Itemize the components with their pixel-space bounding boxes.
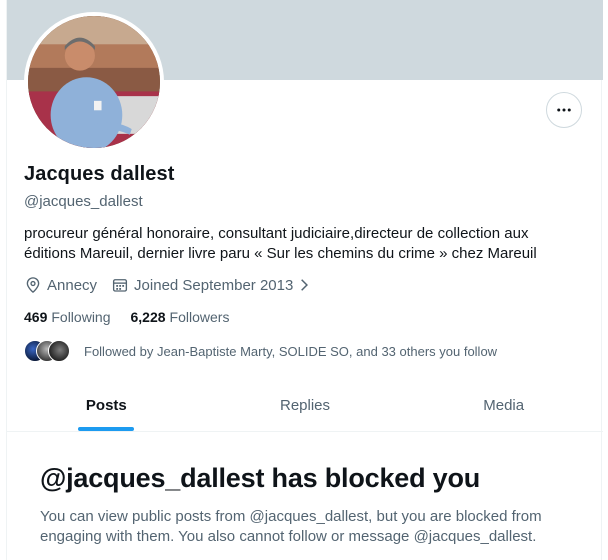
location-pin-icon bbox=[24, 276, 42, 294]
calendar-icon bbox=[111, 276, 129, 294]
followers-label: Followers bbox=[169, 309, 230, 325]
tab-label: Posts bbox=[85, 397, 127, 414]
profile-name: Jacques dallest bbox=[24, 163, 175, 185]
followers-count: 6,228 bbox=[130, 309, 166, 325]
location-item: Annecy bbox=[24, 276, 97, 294]
profile-tabs: Posts Replies Media bbox=[7, 380, 603, 432]
follower-avatar bbox=[48, 340, 70, 362]
active-tab-indicator bbox=[78, 427, 135, 431]
profile-avatar[interactable] bbox=[24, 12, 164, 152]
profile-bio: procureur général honoraire, consultant … bbox=[24, 225, 537, 262]
more-horizontal-icon bbox=[557, 108, 571, 112]
following-count: 469 bbox=[24, 309, 48, 325]
joined-item[interactable]: Joined September 2013 bbox=[111, 276, 311, 294]
profile-meta: Annecy Joined September 2013 bbox=[24, 276, 325, 294]
followers-link[interactable]: 6,228 Followers bbox=[131, 309, 230, 325]
avatar-photo bbox=[28, 16, 160, 148]
following-link[interactable]: 469 Following bbox=[24, 309, 111, 325]
joined-text: Joined September 2013 bbox=[134, 276, 294, 294]
profile-handle: @jacques_dallest bbox=[24, 193, 143, 210]
follow-stats: 469 Following 6,228 Followers bbox=[24, 309, 249, 325]
blocked-title: @jacques_dallest has blocked you bbox=[40, 463, 481, 493]
tab-label: Replies bbox=[279, 397, 331, 414]
blocked-description: You can view public posts from @jacques_… bbox=[40, 508, 542, 545]
followed-by-row[interactable]: Followed by Jean-Baptiste Marty, SOLIDE … bbox=[24, 340, 497, 362]
tab-label: Media bbox=[483, 397, 525, 414]
tab-posts[interactable]: Posts bbox=[7, 380, 206, 431]
followed-by-text: Followed by Jean-Baptiste Marty, SOLIDE … bbox=[84, 343, 498, 359]
chevron-right-icon bbox=[297, 278, 311, 292]
tab-media[interactable]: Media bbox=[404, 380, 603, 431]
following-label: Following bbox=[51, 309, 111, 325]
followed-by-avatars bbox=[24, 340, 80, 362]
more-options-button[interactable] bbox=[546, 92, 582, 128]
tab-replies[interactable]: Replies bbox=[206, 380, 405, 431]
profile-page: Jacques dallest @jacques_dallest procure… bbox=[6, 0, 603, 560]
location-text: Annecy bbox=[47, 276, 98, 294]
